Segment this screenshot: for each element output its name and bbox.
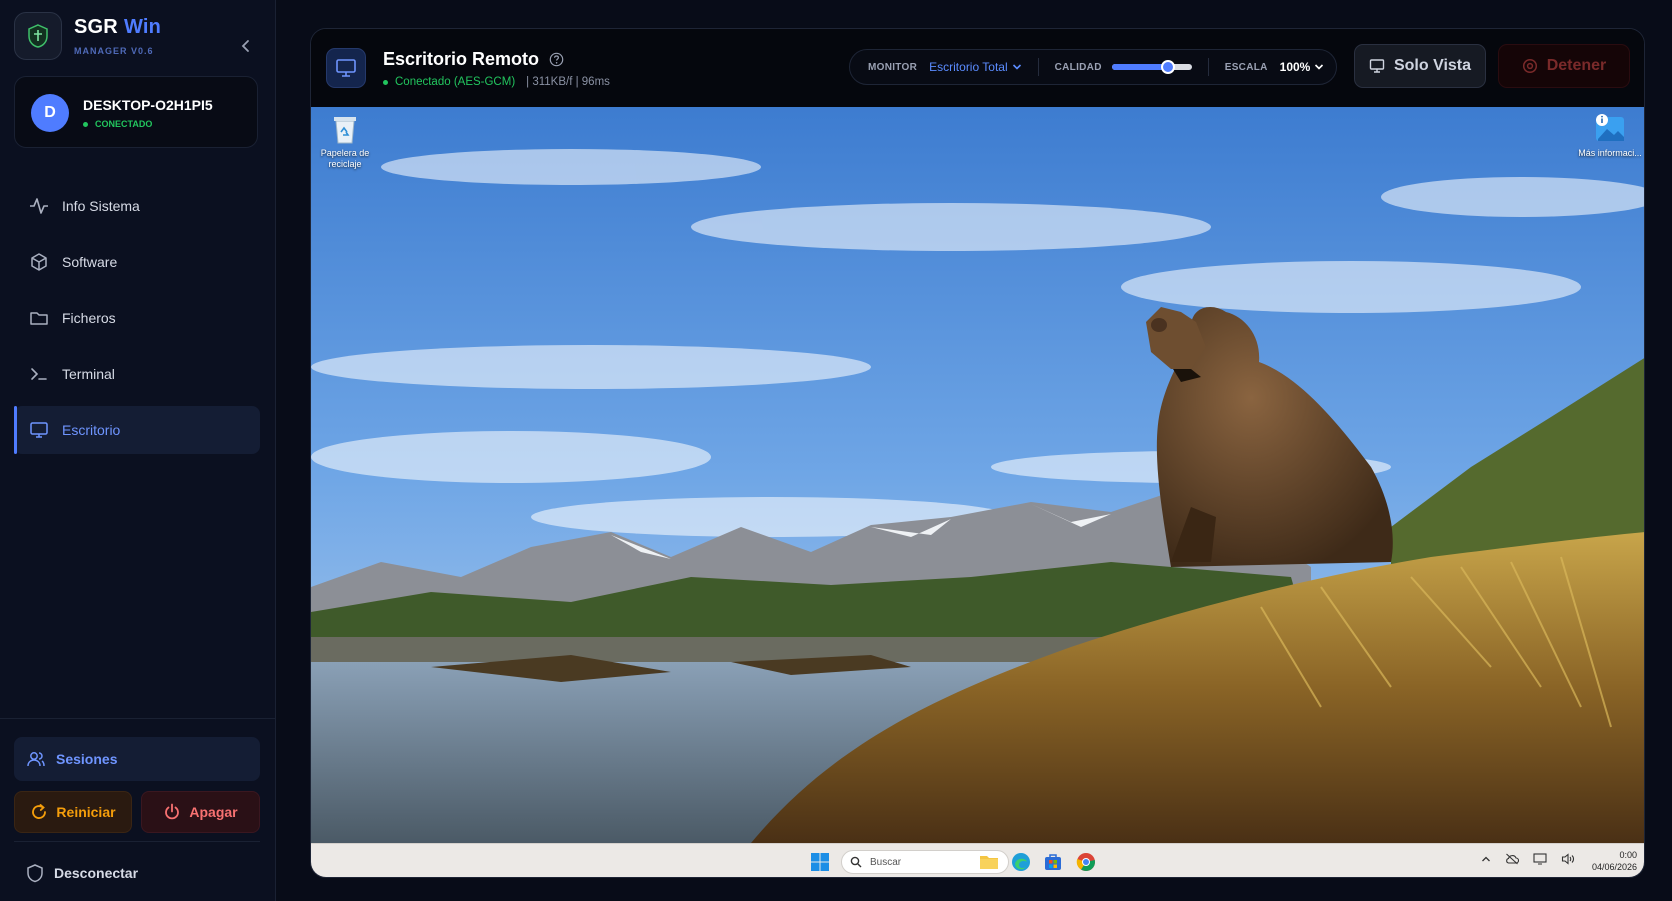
divider — [14, 841, 260, 842]
users-icon — [27, 752, 45, 767]
sidebar-item-label: Ficheros — [62, 310, 116, 326]
power-icon — [165, 803, 180, 820]
sidebar-item-label: Escritorio — [62, 422, 121, 438]
disconnect-button[interactable]: Desconectar — [14, 853, 260, 893]
system-tray — [1481, 853, 1575, 865]
sidebar-item-terminal[interactable]: Terminal — [14, 350, 260, 398]
view-only-label: Solo Vista — [1393, 57, 1472, 74]
view-only-button[interactable]: Solo Vista — [1354, 44, 1486, 88]
volume-icon[interactable] — [1561, 853, 1575, 865]
recycle-bin-icon[interactable]: Papelera de reciclaje — [311, 113, 381, 170]
monitor-select[interactable]: Escritorio Total — [929, 60, 1021, 74]
stream-controls: MONITOR Escritorio Total CALIDAD ESCALA … — [849, 49, 1337, 85]
brand-name: SGR Win — [74, 16, 162, 38]
sidebar-item-ficheros[interactable]: Ficheros — [14, 294, 260, 342]
disconnect-label: Desconectar — [54, 865, 139, 881]
status-dot — [383, 79, 388, 85]
activity-icon — [28, 195, 50, 217]
desktop-icon-label: Papelera de reciclaje — [320, 148, 370, 169]
quality-label: CALIDAD — [1054, 61, 1102, 73]
brand-version: MANAGER V0.6 — [74, 46, 154, 56]
edge-browser-icon[interactable] — [1010, 851, 1032, 873]
device-card: D DESKTOP-O2H1PI5 CONECTADO — [14, 76, 258, 148]
quality-slider[interactable] — [1111, 60, 1192, 74]
scale-label: ESCALA — [1224, 61, 1268, 73]
app-logo — [14, 12, 62, 60]
sidebar-item-software[interactable]: Software — [14, 238, 260, 286]
help-icon[interactable] — [549, 52, 564, 67]
clock-time: 0:00 — [1619, 850, 1637, 860]
stream-stats: | 311KB/f | 96ms — [526, 76, 610, 88]
monitor-icon — [326, 48, 366, 88]
sidebar-item-label: Info Sistema — [62, 198, 140, 214]
shield-icon — [27, 864, 43, 883]
chevron-left-icon — [241, 40, 249, 52]
session-status: Conectado (AES-GCM) | 311KB/f | 96ms — [383, 76, 610, 88]
quality-slider-fill — [1111, 64, 1168, 70]
reboot-label: Reiniciar — [56, 804, 116, 820]
sessions-label: Sesiones — [56, 751, 118, 767]
avatar: D — [31, 94, 69, 132]
windows-logo-icon — [811, 853, 829, 871]
monitor-icon — [28, 419, 50, 441]
sidebar-nav: Info Sistema Software Ficheros Terminal … — [14, 182, 260, 462]
chevron-up-icon[interactable] — [1481, 855, 1491, 863]
chevron-down-icon — [1315, 64, 1324, 70]
clock-date: 04/06/2026 — [1591, 862, 1637, 872]
chevron-down-icon — [1012, 64, 1021, 70]
stop-label: Detener — [1546, 57, 1607, 74]
sessions-button[interactable]: Sesiones — [14, 737, 260, 781]
sidebar-item-escritorio[interactable]: Escritorio — [14, 406, 260, 454]
sidebar-item-info-sistema[interactable]: Info Sistema — [14, 182, 260, 230]
sidebar-item-label: Terminal — [62, 366, 115, 382]
scale-select[interactable]: 100% — [1280, 60, 1325, 74]
shutdown-button[interactable]: Apagar — [141, 791, 260, 833]
desktop-wallpaper — [311, 107, 1644, 843]
remote-desktop-panel: Escritorio Remoto Conectado (AES-GCM) | … — [310, 28, 1645, 878]
divider — [1207, 58, 1209, 76]
shutdown-label: Apagar — [189, 804, 238, 820]
panel-header: Escritorio Remoto Conectado (AES-GCM) | … — [311, 29, 1644, 107]
connection-status: Conectado (AES-GCM) — [395, 76, 516, 88]
chrome-browser-icon[interactable] — [1075, 851, 1097, 873]
stop-circle-icon — [1522, 58, 1537, 74]
page-title: Escritorio Remoto — [383, 49, 564, 70]
sidebar-footer: Sesiones Reiniciar Apagar Desconectar — [0, 718, 276, 901]
search-placeholder: Buscar — [870, 856, 902, 868]
trash-icon — [334, 117, 356, 144]
device-name: DESKTOP-O2H1PI5 — [83, 97, 213, 113]
collapse-sidebar-button[interactable] — [236, 36, 256, 56]
taskbar-clock[interactable]: 0:00 04/06/2026 — [1579, 849, 1637, 873]
monitor-icon — [1369, 59, 1385, 73]
connection-status: CONECTADO — [83, 119, 152, 129]
info-photo-icon — [1596, 114, 1624, 141]
package-icon — [28, 251, 50, 273]
remote-taskbar: Buscar 0:00 04/06/2026 — [311, 843, 1644, 877]
monitor-label: MONITOR — [868, 61, 918, 73]
folder-icon — [28, 307, 50, 329]
sidebar: SGR Win MANAGER V0.6 D DESKTOP-O2H1PI5 CO… — [0, 0, 276, 901]
windows-start-button[interactable] — [810, 852, 830, 872]
store-icon[interactable] — [1042, 851, 1064, 873]
status-dot — [83, 121, 88, 127]
network-icon[interactable] — [1533, 853, 1547, 865]
search-icon — [850, 856, 862, 868]
cloud-offline-icon[interactable] — [1505, 853, 1519, 865]
stop-button[interactable]: Detener — [1498, 44, 1630, 88]
reboot-button[interactable]: Reiniciar — [14, 791, 132, 833]
sidebar-item-label: Software — [62, 254, 118, 270]
remote-screen[interactable]: Papelera de reciclaje Más informaci... B… — [311, 107, 1644, 877]
brand: SGR Win MANAGER V0.6 — [14, 12, 262, 62]
divider — [1037, 58, 1039, 76]
restart-icon — [32, 804, 47, 819]
file-explorer-icon[interactable] — [978, 851, 1000, 873]
desktop-icon-label: Más informaci... — [1578, 148, 1642, 158]
more-info-icon[interactable]: Más informaci... — [1574, 113, 1644, 159]
quality-slider-thumb[interactable] — [1160, 60, 1175, 74]
terminal-icon — [28, 363, 50, 385]
